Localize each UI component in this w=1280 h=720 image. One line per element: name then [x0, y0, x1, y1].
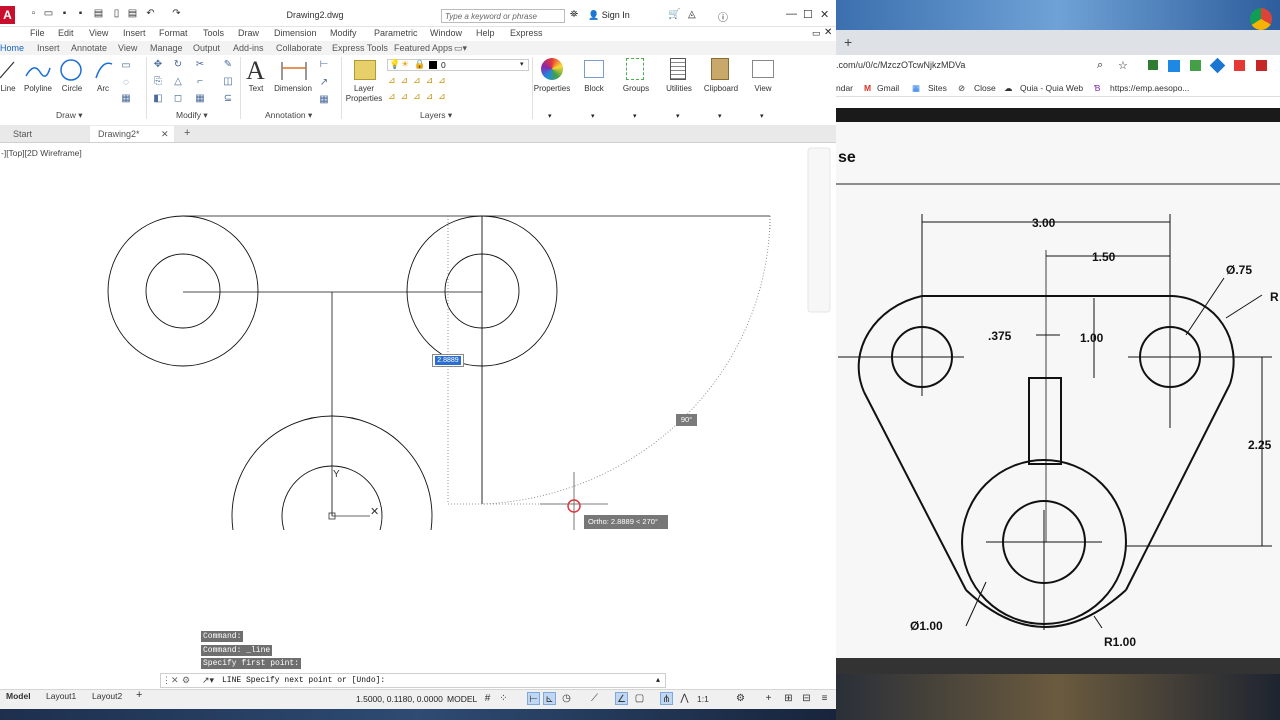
dim-dia-0-75: Ø.75 [1226, 263, 1253, 277]
browser-window: + .com/u/0/c/MzczOTcwNjkzMDVa ⌕ ☆ ndar M… [836, 0, 1280, 720]
new-layout-plus-icon[interactable]: + [136, 689, 142, 701]
command-prompt: LINE Specify next point or [Undo]: [222, 676, 386, 685]
snap-icon[interactable]: ⁘ [497, 692, 510, 705]
gmail-icon: M [864, 83, 872, 93]
dim-0-375: .375 [988, 329, 1012, 343]
extension-icon[interactable] [1168, 60, 1180, 72]
technical-drawing [836, 183, 1280, 630]
dim-1-50: 1.50 [1092, 250, 1116, 264]
document-footer-bar [836, 658, 1280, 674]
bookmark-close[interactable]: Close [974, 83, 996, 93]
command-history-line: Specify first point: [201, 658, 302, 669]
chevron-up-icon[interactable]: ▴ [656, 675, 660, 684]
dim-dia-1-00: Ø1.00 [910, 619, 943, 633]
command-history-line: Command: [201, 631, 244, 642]
tab-layout1[interactable]: Layout1 [46, 691, 76, 701]
zoom-icon[interactable]: ⌕ [1097, 59, 1103, 72]
bookmark-sites[interactable]: Sites [928, 83, 947, 93]
svg-text:✕: ✕ [370, 506, 379, 518]
ortho-tooltip: Ortho: 2.8889 < 270° [584, 515, 668, 529]
bookmark-aesop[interactable]: https://emp.aesopo... [1110, 83, 1189, 93]
dim-2-25: 2.25 [1248, 438, 1272, 452]
autoscale-icon[interactable]: ⋀ [678, 692, 691, 705]
bookmark-quia[interactable]: Quia - Quia Web [1020, 83, 1083, 93]
annotation-visibility-icon[interactable]: ⋔ [660, 692, 673, 705]
drawing-canvas[interactable]: Y ✕ [0, 0, 836, 530]
dim-r-top: R [1270, 290, 1279, 304]
command-prompt-icon: ↗▾ [202, 675, 215, 685]
quia-icon: ☁ [1004, 83, 1013, 93]
object-snap-tracking-icon[interactable]: ∠ [615, 692, 628, 705]
angle-badge: 90° [676, 414, 697, 426]
polar-tracking-icon[interactable]: ◷ [560, 692, 573, 705]
desktop-background-bottom [836, 674, 1280, 720]
document-header-bar [836, 108, 1280, 122]
infer-constraints-icon[interactable]: ⊢ [527, 692, 540, 705]
units-icon[interactable]: ⊞ [782, 692, 795, 705]
quick-properties-icon[interactable]: ⊟ [800, 692, 813, 705]
preview-arc [481, 215, 771, 505]
taskbar-strip [0, 709, 836, 720]
bookmark-star-icon[interactable]: ☆ [1118, 59, 1128, 72]
bookmark-gmail[interactable]: Gmail [877, 83, 899, 93]
bookmark-calendar[interactable]: ndar [836, 83, 853, 93]
chrome-logo-icon [1250, 8, 1272, 30]
osnap-icon[interactable]: ▢ [633, 692, 646, 705]
browser-tab-strip: + [836, 30, 1280, 55]
circle-left-inner [145, 253, 221, 329]
desktop-background [836, 0, 1280, 30]
annotation-scale[interactable]: 1:1 [697, 694, 709, 704]
navigation-bar [807, 147, 831, 313]
close-bookmark-icon: ⊘ [958, 83, 966, 93]
tab-model[interactable]: Model [6, 691, 31, 701]
coordinate-readout: 1.5000, 0.1180, 0.0000 [356, 694, 443, 704]
url-text[interactable]: .com/u/0/c/MzczOTcwNjkzMDVa [836, 60, 965, 70]
svg-text:Y: Y [333, 469, 340, 480]
annotation-monitor-plus-icon[interactable]: + [762, 692, 775, 705]
circle-left-outer [107, 215, 259, 367]
tab-layout2[interactable]: Layout2 [92, 691, 122, 701]
dim-3-00: 3.00 [1032, 216, 1056, 230]
workspace-gear-icon[interactable]: ⚙ [734, 692, 747, 705]
command-history-line: Command: _line [201, 645, 273, 656]
extension-icon[interactable] [1234, 60, 1245, 71]
model-space-button[interactable]: MODEL [447, 694, 477, 704]
customize-icon[interactable]: ⚙ [182, 675, 190, 686]
extension-icon[interactable] [1256, 60, 1267, 71]
dim-r-1-00: R1.00 [1104, 635, 1137, 649]
dim-1-00: 1.00 [1080, 331, 1104, 345]
document-heading: se [838, 149, 856, 166]
command-line-grip-icon[interactable]: ⋮✕ [162, 675, 179, 686]
isodraft-icon[interactable]: ⟋ [588, 692, 601, 705]
new-tab-plus-icon[interactable]: + [844, 34, 852, 50]
ortho-icon[interactable]: ⊾ [543, 692, 556, 705]
extension-icon[interactable] [1148, 60, 1158, 70]
sites-icon: ▦ [912, 83, 921, 93]
aesop-icon: Ɓ [1094, 83, 1101, 93]
extension-icon[interactable] [1190, 60, 1201, 71]
customization-menu-icon[interactable]: ≡ [818, 692, 831, 705]
grid-icon[interactable]: # [481, 692, 494, 705]
dynamic-input-value[interactable]: 2.8889 [435, 356, 461, 365]
autocad-window: A ▫ ▭ ▪ ▪ ▤ ▯ ▤ ↶ ↷ Drawing2.dwg Type a … [0, 0, 836, 720]
